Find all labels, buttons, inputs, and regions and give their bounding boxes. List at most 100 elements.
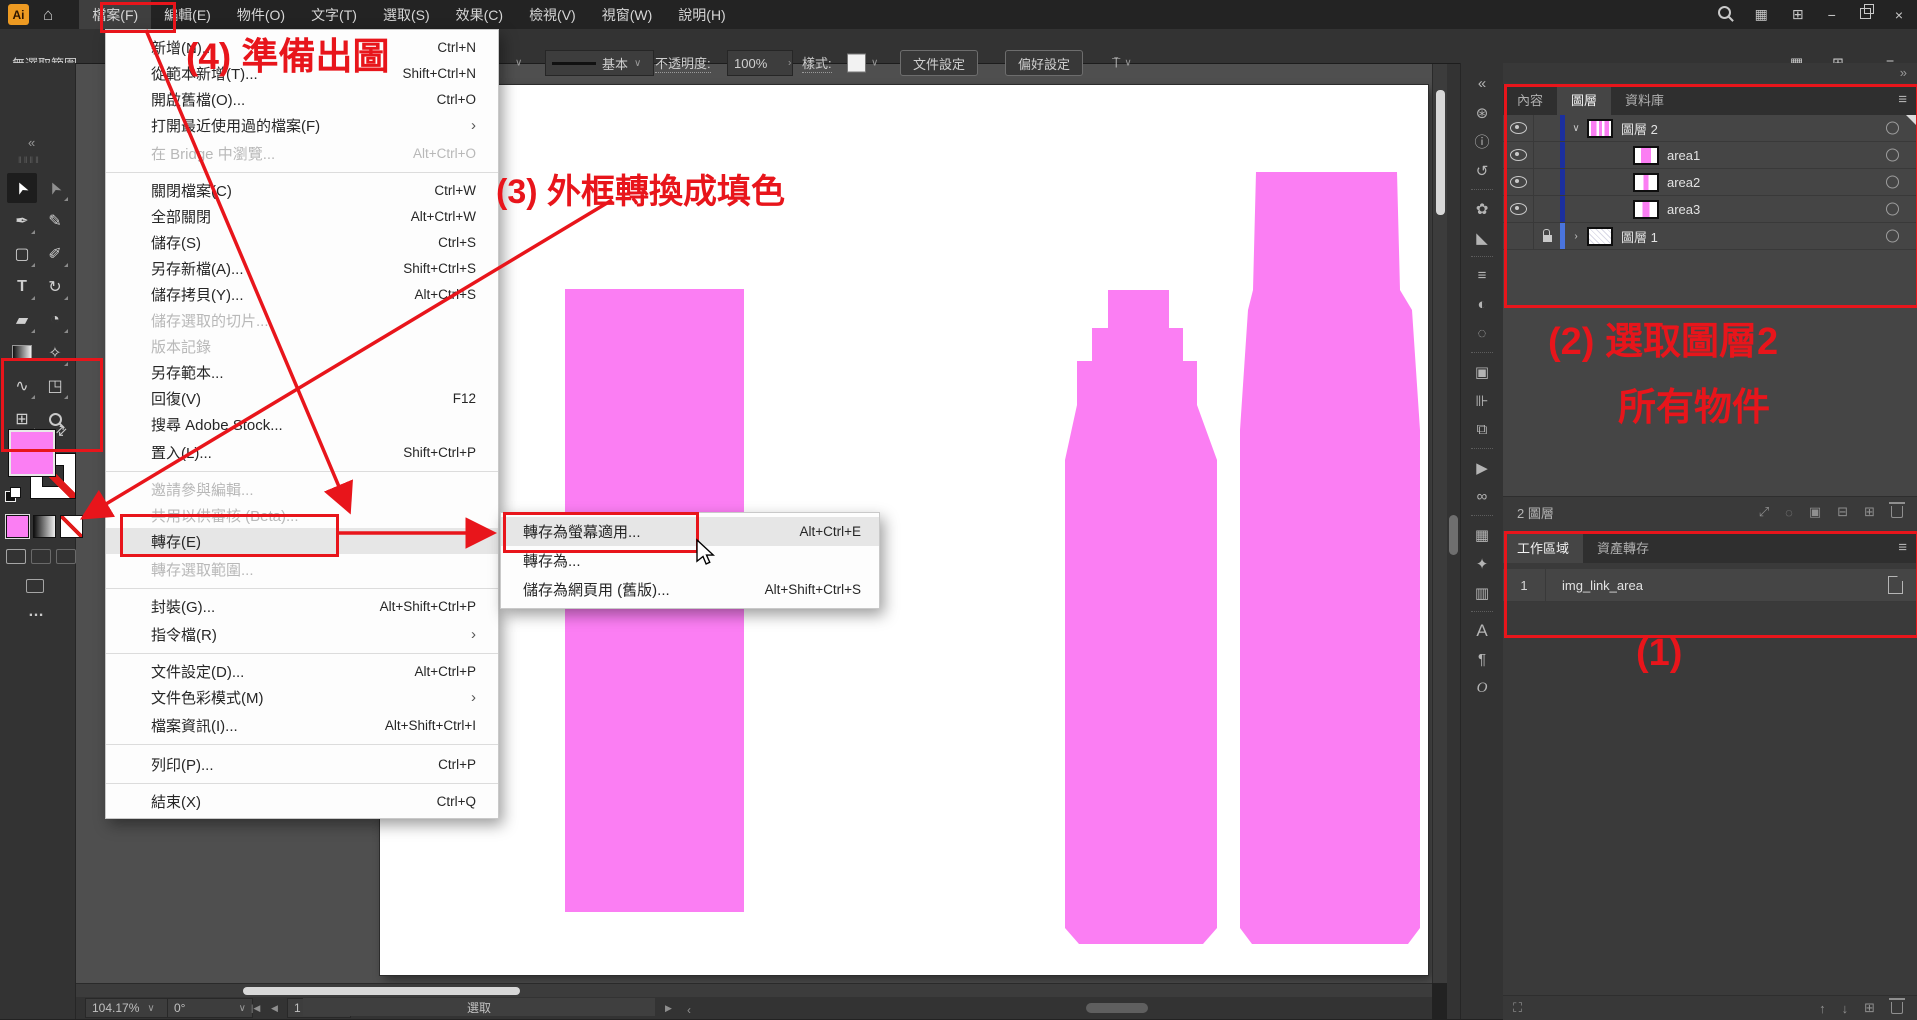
color-wheel-icon[interactable]: ⊛ [1461, 98, 1503, 127]
edit-toolbar-icon[interactable]: … [28, 603, 44, 621]
variables-icon[interactable]: ▥ [1461, 578, 1503, 607]
file-menu-item[interactable]: 共用以供審核 (Beta)... › [106, 502, 498, 528]
visibility-toggle[interactable] [1503, 115, 1534, 141]
search-layers-icon[interactable]: ◌ [1785, 505, 1793, 520]
style-label[interactable]: 樣式: [802, 53, 832, 73]
screen-mode-icon[interactable] [26, 579, 44, 598]
direct-selection-tool[interactable]: ➤ [40, 173, 70, 203]
links-icon[interactable]: ∞ [1461, 482, 1503, 511]
opacity-expand-icon[interactable]: › [788, 58, 791, 69]
menubar-item[interactable]: 檔案(F) [79, 0, 151, 29]
opacity-input[interactable]: 100% [727, 50, 793, 76]
export-submenu-item[interactable]: 轉存為... [501, 546, 879, 575]
preferences-button[interactable]: 偏好設定 [1005, 50, 1083, 76]
actions-icon[interactable]: ▶ [1461, 453, 1503, 482]
eraser-tool[interactable]: ▰ [7, 305, 37, 335]
color-guide-icon[interactable]: ◣ [1461, 223, 1503, 252]
width-tool[interactable]: ∿ [7, 371, 37, 401]
menubar-item[interactable]: 說明(H) [665, 0, 738, 29]
menubar-item[interactable]: 效果(C) [443, 0, 516, 29]
shape-builder-tool[interactable]: ◳ [40, 371, 70, 401]
artboard-name[interactable]: img_link_area [1562, 578, 1643, 593]
file-menu-item[interactable]: 置入(L)... Shift+Ctrl+P › [106, 437, 498, 472]
menubar-item[interactable]: 文字(T) [298, 0, 370, 29]
file-menu-item[interactable]: 新增(N)... Ctrl+N › [106, 34, 498, 60]
file-menu-item[interactable]: 儲存拷貝(Y)... Alt+Ctrl+S › [106, 281, 498, 307]
file-menu-item[interactable]: 檔案資訊(I)... Alt+Shift+Ctrl+I › [106, 710, 498, 745]
file-menu-item[interactable]: 儲存(S) Ctrl+S › [106, 229, 498, 255]
screen-expand-icon[interactable]: ⛶ [1513, 1000, 1522, 1016]
horizontal-scroll-thumb[interactable] [243, 987, 520, 995]
visibility-toggle[interactable] [1503, 196, 1534, 222]
file-menu-item[interactable]: 關閉檔案(C) Ctrl+W › [106, 177, 498, 203]
paragraph-panel-icon[interactable]: ¶ [1461, 645, 1503, 674]
file-menu-item[interactable]: 儲存選取的切片... › [106, 307, 498, 333]
make-mask-icon[interactable]: ▣ [1809, 504, 1821, 520]
layer-name[interactable]: area2 [1667, 175, 1700, 190]
menubar-item[interactable]: 檢視(V) [516, 0, 589, 29]
artboard-page-icon[interactable] [1888, 576, 1903, 594]
menubar-item[interactable]: 編輯(E) [151, 0, 224, 29]
rotate-view-tool[interactable]: ◔ [40, 305, 70, 335]
layer-row[interactable]: area2 [1503, 169, 1917, 196]
panel-tab[interactable]: 資料庫 [1611, 84, 1678, 115]
workspace-grid-icon[interactable]: ▦ [1755, 6, 1768, 23]
chevron-right-icon[interactable]: › [1565, 231, 1587, 242]
home-icon[interactable]: ⌂ [43, 5, 53, 25]
toolbar-drag-handle[interactable]: ‖‖‖‖ [18, 155, 41, 165]
draw-inside-icon[interactable] [56, 549, 76, 564]
arrange-documents-icon[interactable]: ⊞ [1792, 6, 1804, 23]
gradient-tool[interactable] [7, 338, 37, 368]
file-menu-item[interactable]: 從範本新增(T)... Shift+Ctrl+N › [106, 60, 498, 86]
visibility-toggle[interactable] [1503, 142, 1534, 168]
file-menu-item[interactable]: 轉存選取範圍... › [106, 554, 498, 589]
delete-layer-icon[interactable] [1891, 506, 1903, 518]
visibility-toggle[interactable] [1503, 223, 1534, 249]
rotate-tool[interactable]: ↻ [40, 272, 70, 302]
layer-thumbnail[interactable] [1587, 119, 1613, 138]
move-down-icon[interactable]: ↓ [1842, 1001, 1849, 1016]
mini-scroll-thumb[interactable] [1086, 1003, 1148, 1013]
file-menu-item[interactable]: 文件色彩模式(M) › [106, 684, 498, 710]
file-menu-item[interactable]: 全部關閉 Alt+Ctrl+W › [106, 203, 498, 229]
eyedropper-tool[interactable]: ✧ [40, 338, 70, 368]
target-circle-icon[interactable] [1886, 122, 1899, 135]
lock-toggle[interactable] [1534, 169, 1560, 195]
color-mode-button[interactable] [6, 515, 29, 538]
file-menu-item[interactable]: 封裝(G)... Alt+Shift+Ctrl+P › [106, 593, 498, 619]
pen-tool[interactable]: ✒ [7, 206, 37, 236]
new-artboard-icon[interactable]: ⊞ [1864, 1000, 1875, 1016]
none-mode-button[interactable] [60, 515, 83, 538]
selection-tool[interactable]: ➤ [7, 173, 37, 203]
menubar-item[interactable]: 物件(O) [224, 0, 298, 29]
first-artboard-icon[interactable]: |◀ [251, 1003, 260, 1014]
layer-row[interactable]: ∨ 圖層 2 [1503, 115, 1917, 142]
draw-normal-icon[interactable] [6, 549, 26, 564]
asset-export-icon[interactable]: ✦ [1461, 549, 1503, 578]
layer-row[interactable]: area1 [1503, 142, 1917, 169]
panel-tab[interactable]: 內容 [1503, 84, 1557, 115]
panel-tab[interactable]: 圖層 [1557, 84, 1611, 115]
file-menu-item[interactable]: 在 Bridge 中瀏覽... Alt+Ctrl+O › [106, 138, 498, 173]
type-tool[interactable]: T [7, 272, 37, 302]
artboards-icon[interactable]: ▦ [1461, 520, 1503, 549]
locate-object-icon[interactable]: ⤢ [1759, 504, 1769, 520]
minimize-icon[interactable]: − [1828, 7, 1836, 23]
panel-tab[interactable]: 資產轉存 [1583, 531, 1663, 563]
target-circle-icon[interactable] [1886, 230, 1899, 243]
file-menu-item[interactable]: 指令檔(R) › [106, 619, 498, 654]
menubar-item[interactable]: 選取(S) [370, 0, 443, 29]
file-menu-item[interactable]: 回復(V) F12 › [106, 385, 498, 411]
lock-toggle[interactable] [1534, 196, 1560, 222]
paintbrush-tool[interactable]: ✐ [40, 239, 70, 269]
gradient-icon[interactable]: ◐ [1461, 290, 1503, 319]
collapse-to-icons-icon[interactable]: » [1900, 65, 1907, 80]
panel-menu-icon[interactable]: ≡ [1898, 84, 1917, 115]
opacity-label[interactable]: 不透明度: [655, 53, 711, 73]
rotation-dropdown[interactable]: 0°∨ [167, 998, 253, 1018]
move-up-icon[interactable]: ↑ [1819, 1001, 1826, 1016]
file-menu-item[interactable]: 開啟舊檔(O)... Ctrl+O › [106, 86, 498, 112]
panel-menu-icon[interactable]: ≡ [1898, 531, 1917, 563]
lock-toggle[interactable] [1534, 142, 1560, 168]
export-submenu-item[interactable]: 儲存為網頁用 (舊版)... Alt+Shift+Ctrl+S [501, 575, 879, 604]
